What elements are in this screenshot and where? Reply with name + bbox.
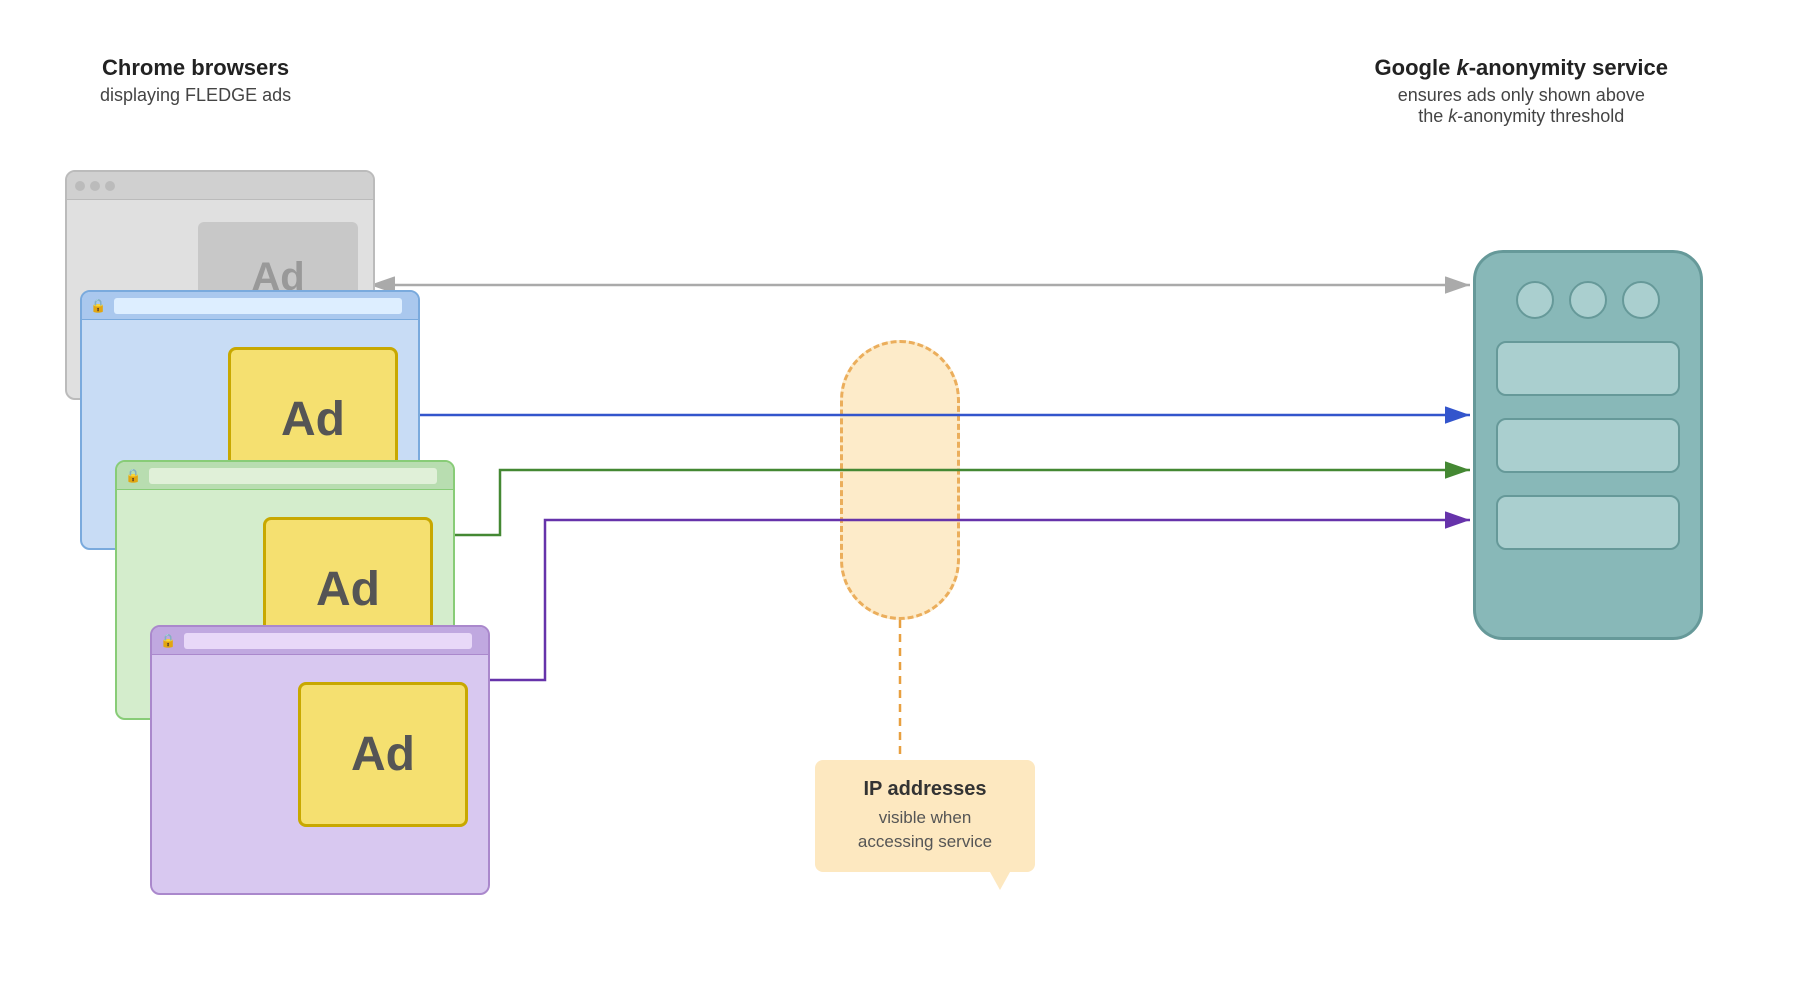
- blue-ad-label: Ad: [281, 392, 345, 447]
- right-title-suffix: -anonymity service: [1469, 55, 1668, 80]
- url-bar-green: [149, 468, 437, 484]
- server-circle: [1569, 281, 1607, 319]
- browser-gray-titlebar: [67, 172, 373, 200]
- right-title-prefix: Google: [1375, 55, 1457, 80]
- purple-arrow-out: [490, 520, 1470, 680]
- right-subtitle: ensures ads only shown above the k-anony…: [1375, 85, 1668, 127]
- server-slot-1: [1496, 341, 1680, 396]
- browser-purple-titlebar: 🔒: [152, 627, 488, 655]
- url-bar-purple: [184, 633, 472, 649]
- header-right: Google k-anonymity service ensures ads o…: [1375, 55, 1668, 127]
- server: [1473, 250, 1703, 640]
- server-circle: [1516, 281, 1554, 319]
- lock-icon: 🔒: [125, 468, 141, 484]
- browser-green-titlebar: 🔒: [117, 462, 453, 490]
- purple-ad-box: Ad: [298, 682, 468, 827]
- server-slot-2: [1496, 418, 1680, 473]
- lock-icon: 🔒: [160, 633, 176, 649]
- left-subtitle: displaying FLEDGE ads: [100, 85, 291, 106]
- ip-subtitle: visible whenaccessing service: [835, 806, 1015, 854]
- titlebar-dot: [75, 181, 85, 191]
- ip-label-box: IP addresses visible whenaccessing servi…: [815, 760, 1035, 872]
- ip-title: IP addresses: [835, 778, 1015, 801]
- green-ad-label: Ad: [316, 562, 380, 617]
- server-circles: [1476, 281, 1700, 319]
- right-title: Google k-anonymity service: [1375, 55, 1668, 81]
- browser-blue-titlebar: 🔒: [82, 292, 418, 320]
- right-title-italic: k: [1456, 55, 1468, 80]
- right-subtitle-line2-prefix: the: [1418, 106, 1448, 126]
- ip-blob: [840, 340, 960, 620]
- browser-purple: 🔒 Ad: [150, 625, 490, 895]
- green-arrow-out: [455, 470, 1470, 535]
- lock-icon: 🔒: [90, 298, 106, 314]
- left-title: Chrome browsers: [100, 55, 291, 81]
- server-circle: [1622, 281, 1660, 319]
- server-slot-3: [1496, 495, 1680, 550]
- purple-ad-label: Ad: [351, 727, 415, 782]
- url-bar-blue: [114, 298, 402, 314]
- titlebar-dot: [105, 181, 115, 191]
- right-subtitle-line2-italic: k: [1448, 106, 1457, 126]
- right-subtitle-line2-suffix: -anonymity threshold: [1457, 106, 1624, 126]
- right-subtitle-line1: ensures ads only shown above: [1398, 85, 1645, 105]
- titlebar-dot: [90, 181, 100, 191]
- diagram-container: Chrome browsers displaying FLEDGE ads Go…: [0, 0, 1798, 1000]
- header-left: Chrome browsers displaying FLEDGE ads: [100, 55, 291, 106]
